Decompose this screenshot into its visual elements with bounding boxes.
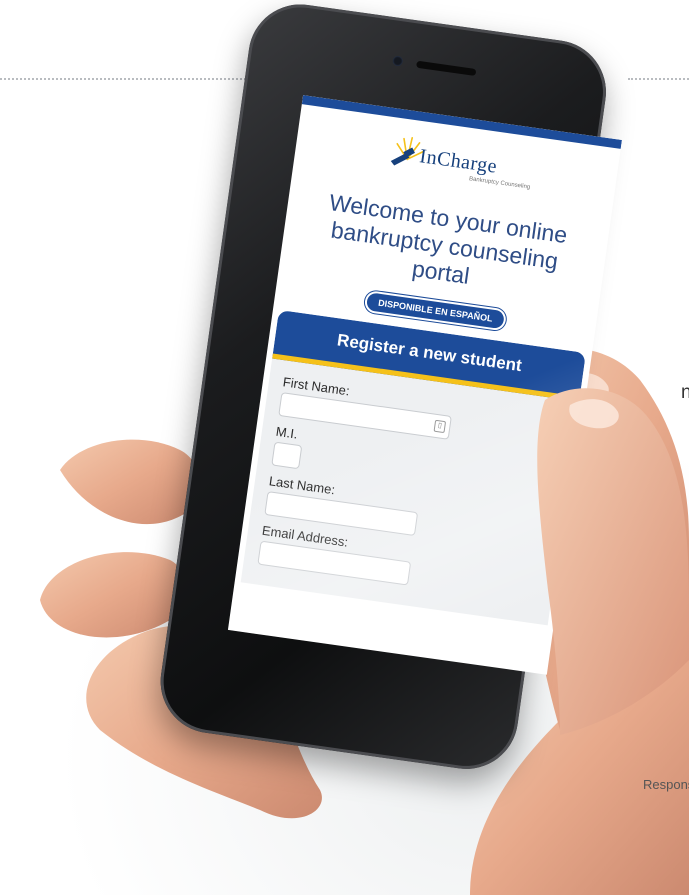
hand-front-fingers — [537, 388, 689, 735]
scene-background: n InCharge Bankruptcy Counseling Welcome… — [0, 0, 689, 895]
corner-caption: Respons — [643, 777, 689, 792]
